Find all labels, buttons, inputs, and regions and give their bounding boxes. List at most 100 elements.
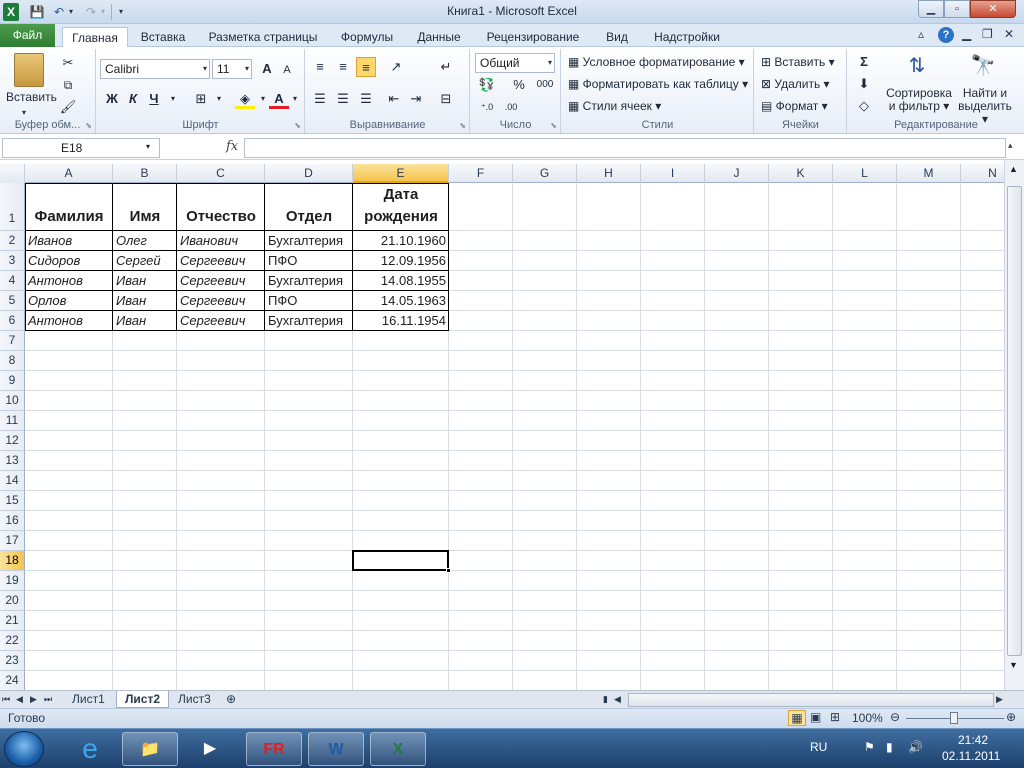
align-right-icon[interactable]: ☰ <box>356 89 376 109</box>
column-header-a[interactable]: A <box>25 164 113 183</box>
first-sheet-icon[interactable]: ⏮ <box>2 691 10 708</box>
column-header-g[interactable]: G <box>513 164 577 183</box>
fill-handle[interactable] <box>446 568 451 573</box>
fill-icon[interactable]: ⬇ <box>854 74 874 94</box>
orientation-icon[interactable]: ↗ <box>386 57 406 77</box>
increase-indent-icon[interactable]: ⇥ <box>406 89 426 109</box>
row-header-21[interactable]: 21 <box>0 611 25 631</box>
minimize-ribbon-icon[interactable]: ▵ <box>918 27 924 41</box>
column-header-h[interactable]: H <box>577 164 641 183</box>
column-header-j[interactable]: J <box>705 164 769 183</box>
align-bottom-icon[interactable]: ≡ <box>356 57 376 77</box>
zoom-in-icon[interactable]: ⊕ <box>1006 710 1016 724</box>
last-sheet-icon[interactable]: ⏭ <box>44 691 52 708</box>
scroll-down-icon[interactable]: ▼ <box>1009 660 1018 670</box>
zoom-slider-thumb[interactable] <box>950 712 958 724</box>
fill-color-icon[interactable]: ◈ <box>235 89 255 109</box>
help-icon[interactable]: ? <box>938 27 954 43</box>
row-header-6[interactable]: 6 <box>0 311 25 331</box>
underline-dropdown-icon[interactable]: ▾ <box>163 89 183 109</box>
doc-restore-button[interactable]: ❐ <box>982 27 993 41</box>
row-header-7[interactable]: 7 <box>0 331 25 351</box>
format-cells-button[interactable]: ▤ Формат ▾ <box>761 96 828 116</box>
paste-icon[interactable] <box>14 53 44 87</box>
format-painter-icon[interactable]: 🖌 <box>58 97 78 117</box>
find-select-button[interactable]: Найти и выделить ▾ <box>954 87 1016 126</box>
find-select-icon[interactable]: 🔭 <box>968 53 998 83</box>
italic-button[interactable]: К <box>123 89 143 109</box>
explorer-icon[interactable]: 📁 <box>122 732 178 766</box>
fr-app-icon[interactable]: FR <box>246 732 302 766</box>
minimize-button[interactable]: ▁ <box>918 0 944 18</box>
excel-taskbar-icon[interactable]: X <box>370 732 426 766</box>
name-box[interactable]: E18 <box>2 138 160 158</box>
sheet-tab-2[interactable]: Лист2 <box>116 691 170 708</box>
number-format-select[interactable]: Общий ▾ <box>475 53 555 73</box>
font-size-select[interactable]: 11 ▾ <box>212 59 252 79</box>
row-header-11[interactable]: 11 <box>0 411 25 431</box>
cut-icon[interactable]: ✂ <box>58 53 78 73</box>
close-button[interactable]: ✕ <box>970 0 1016 18</box>
row-header-3[interactable]: 3 <box>0 251 25 271</box>
insert-function-button[interactable]: fx <box>226 139 238 154</box>
column-header-c[interactable]: C <box>177 164 265 183</box>
row-header-24[interactable]: 24 <box>0 671 25 690</box>
row-header-4[interactable]: 4 <box>0 271 25 291</box>
page-break-view-icon[interactable]: ⊞ <box>830 710 840 724</box>
cell-styles-button[interactable]: ▦ Стили ячеек ▾ <box>568 96 661 116</box>
sort-filter-icon[interactable]: ⇅ <box>902 53 932 83</box>
column-header-e[interactable]: E <box>353 164 449 183</box>
font-name-select[interactable]: Calibri ▾ <box>100 59 210 79</box>
normal-view-icon[interactable]: ▦ <box>788 710 806 726</box>
prev-sheet-icon[interactable]: ◀ <box>16 691 23 708</box>
underline-button[interactable]: Ч <box>144 89 164 109</box>
row-header-17[interactable]: 17 <box>0 531 25 551</box>
tab-addins[interactable]: Надстройки <box>646 27 728 47</box>
scroll-up-icon[interactable]: ▲ <box>1009 164 1018 174</box>
merge-center-icon[interactable]: ⊟ <box>436 89 456 109</box>
network-icon[interactable]: ⚑ <box>864 740 875 754</box>
zoom-out-icon[interactable]: ⊖ <box>890 710 900 724</box>
column-header-b[interactable]: B <box>113 164 177 183</box>
zoom-level[interactable]: 100% <box>852 711 883 725</box>
align-middle-icon[interactable]: ≡ <box>333 57 353 77</box>
percent-button[interactable]: % <box>509 75 529 95</box>
thousands-button[interactable]: 000 <box>533 75 557 95</box>
increase-decimal-icon[interactable]: ⁺.0 <box>477 97 497 117</box>
expand-formula-bar-icon[interactable]: ▴ <box>1008 140 1013 151</box>
sort-filter-button[interactable]: Сортировка и фильтр ▾ <box>886 87 952 113</box>
grow-font-button[interactable]: A <box>257 59 277 79</box>
internet-explorer-icon[interactable]: e <box>62 732 118 766</box>
clock-date[interactable]: 02.11.2011 <box>942 749 1000 763</box>
scroll-left-icon[interactable]: ◀ <box>614 691 621 708</box>
align-center-icon[interactable]: ☰ <box>333 89 353 109</box>
row-header-20[interactable]: 20 <box>0 591 25 611</box>
start-button[interactable] <box>4 731 44 767</box>
next-sheet-icon[interactable]: ▶ <box>30 691 37 708</box>
tab-insert[interactable]: Вставка <box>134 27 192 47</box>
align-left-icon[interactable]: ☰ <box>310 89 330 109</box>
horizontal-scroll-thumb[interactable] <box>628 693 994 707</box>
column-header-l[interactable]: L <box>833 164 897 183</box>
select-all-button[interactable] <box>0 164 25 183</box>
clear-icon[interactable]: ◇ <box>854 96 874 116</box>
row-header-12[interactable]: 12 <box>0 431 25 451</box>
row-header-2[interactable]: 2 <box>0 231 25 251</box>
row-header-16[interactable]: 16 <box>0 511 25 531</box>
word-icon[interactable]: W <box>308 732 364 766</box>
format-as-table-button[interactable]: ▦ Форматировать как таблицу ▾ <box>568 74 748 94</box>
tab-formulas[interactable]: Формулы <box>334 27 400 47</box>
decrease-decimal-icon[interactable]: .00 <box>501 97 521 117</box>
paste-button[interactable]: Вставить <box>6 87 57 107</box>
tab-review[interactable]: Рецензирование <box>478 27 588 47</box>
maximize-button[interactable]: ▫ <box>944 0 970 18</box>
doc-close-button[interactable]: ✕ <box>1004 27 1014 41</box>
clipboard-launcher-icon[interactable]: ⬊ <box>85 121 92 130</box>
name-box-dropdown-icon[interactable]: ▾ <box>146 142 150 151</box>
row-header-15[interactable]: 15 <box>0 491 25 511</box>
row-header-14[interactable]: 14 <box>0 471 25 491</box>
bold-button[interactable]: Ж <box>102 89 122 109</box>
language-indicator[interactable]: RU <box>810 740 827 754</box>
align-top-icon[interactable]: ≡ <box>310 57 330 77</box>
tab-file[interactable]: Файл <box>0 24 55 47</box>
